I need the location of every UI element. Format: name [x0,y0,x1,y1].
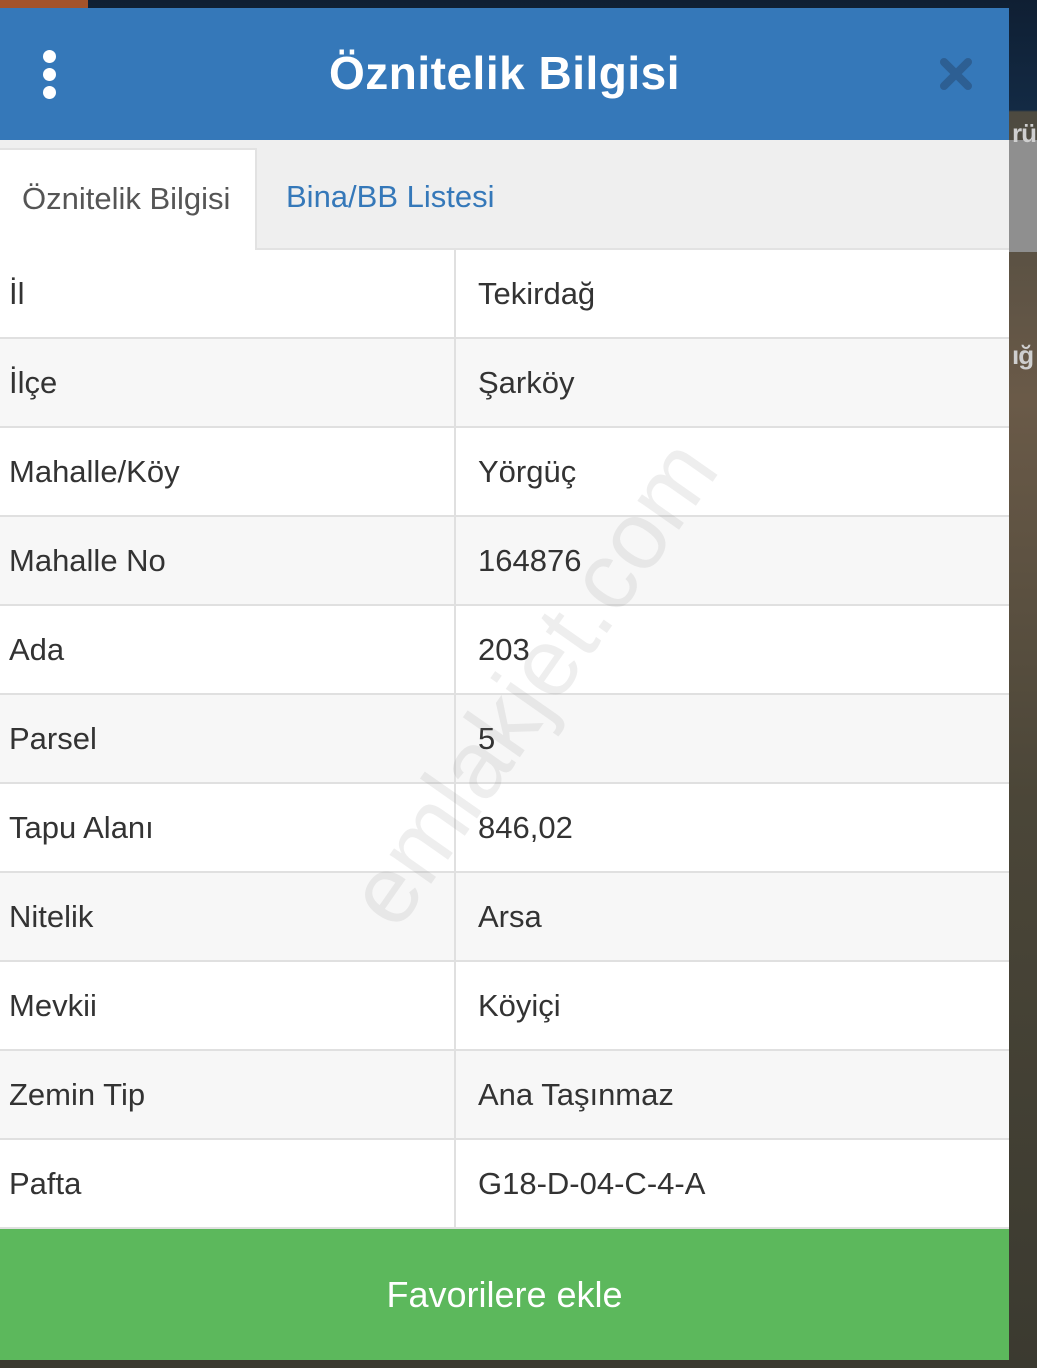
map-corner [0,0,88,8]
panel-title: Öznitelik Bilgisi [328,47,680,99]
attribute-key: İl [0,250,456,339]
map-gray-strip [1009,140,1037,252]
attribute-key: Mahalle/Köy [0,427,456,517]
tab-attribute-info[interactable]: Öznitelik Bilgisi [0,148,257,250]
table-row: Nitelik Arsa [0,872,1009,962]
attribute-key: Tapu Alanı [0,783,456,873]
attribute-value: G18-D-04-C-4-A [455,1139,1009,1229]
attribute-key: Nitelik [0,872,456,962]
tab-bar: Öznitelik Bilgisi Bina/BB Listesi [0,140,1009,250]
panel-header: Öznitelik Bilgisi [0,8,1009,140]
attribute-value: 5 [455,694,1009,784]
attribute-value: Şarköy [455,338,1009,428]
add-to-favorites-button[interactable]: Favorilere ekle [0,1229,1009,1360]
attribute-value: 164876 [455,516,1009,606]
table-row: Tapu Alanı 846,02 [0,783,1009,873]
table-row: Mevkii Köyiçi [0,961,1009,1051]
table-row: İl Tekirdağ [0,250,1009,339]
attribute-value: Köyiçi [455,961,1009,1051]
attribute-value: Arsa [455,872,1009,962]
attribute-key: Ada [0,605,456,695]
table-row: Pafta G18-D-04-C-4-A [0,1139,1009,1229]
map-label-fragment: rü [1012,118,1037,148]
tab-building-list[interactable]: Bina/BB Listesi [286,148,495,248]
attribute-value: Tekirdağ [455,250,1009,339]
attribute-key: Zemin Tip [0,1050,456,1140]
attribute-key: Parsel [0,694,456,784]
attribute-key: Pafta [0,1139,456,1229]
attribute-value: 203 [455,605,1009,695]
attribute-info-panel: Öznitelik Bilgisi Öznitelik Bilgisi Bina… [0,8,1009,1360]
attribute-value: Ana Taşınmaz [455,1050,1009,1140]
table-row: Parsel 5 [0,694,1009,784]
attribute-table: İl Tekirdağ İlçe Şarköy Mahalle/Köy Yörg… [0,250,1009,1229]
attribute-value: Yörgüç [455,427,1009,517]
table-row: Mahalle/Köy Yörgüç [0,427,1009,517]
table-row: Zemin Tip Ana Taşınmaz [0,1050,1009,1140]
table-row: İlçe Şarköy [0,338,1009,428]
table-row: Mahalle No 164876 [0,516,1009,606]
table-row: Ada 203 [0,605,1009,695]
map-label-fragment: ığ [1012,340,1034,370]
attribute-value: 846,02 [455,783,1009,873]
close-icon[interactable] [936,54,976,94]
attribute-key: İlçe [0,338,456,428]
attribute-key: Mahalle No [0,516,456,606]
attribute-key: Mevkii [0,961,456,1051]
